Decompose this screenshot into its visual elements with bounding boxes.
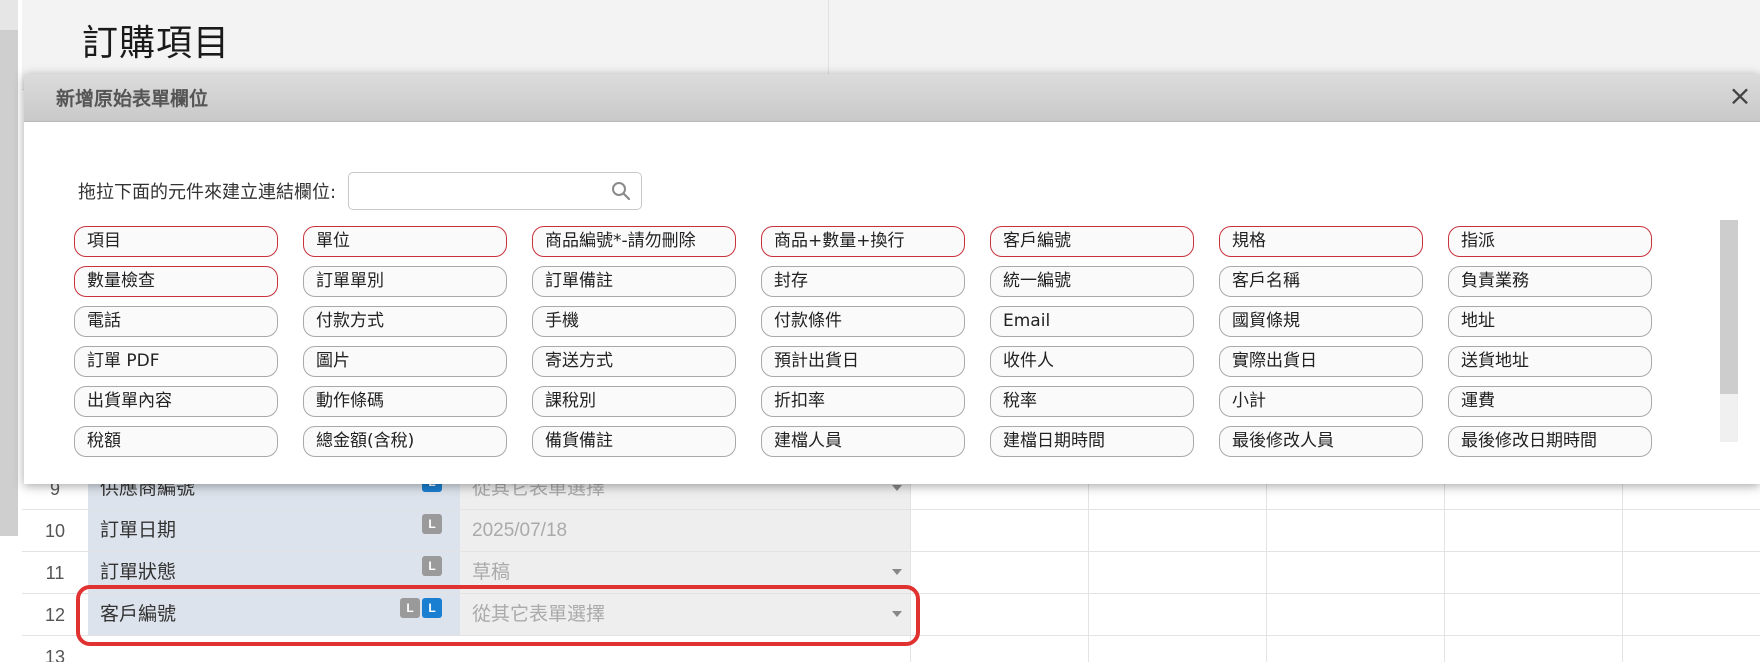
field-chip[interactable]: 訂單單別 [303,266,507,297]
modal-title: 新增原始表單欄位 [56,88,209,110]
field-chip[interactable]: 建檔日期時間 [990,426,1194,457]
link-badge-icon: L [422,514,442,534]
field-label-cell[interactable]: 訂單日期 L [88,510,460,551]
field-chip[interactable]: 商品+數量+換行 [761,226,965,257]
chip-list-scrollbar[interactable] [1720,220,1738,442]
field-chip[interactable]: 實際出貨日 [1219,346,1423,377]
left-side-strip-top [0,0,18,30]
app-screen: 訂購項目 9供應商編號L從其它表單選擇10訂單日期L2025/07/1811訂單… [0,0,1760,662]
row-number: 11 [45,563,65,583]
field-chip[interactable]: 訂單備註 [532,266,736,297]
field-value-input[interactable]: 2025/07/18 [460,510,910,551]
field-chip[interactable]: 稅額 [74,426,278,457]
field-chip[interactable]: 統一編號 [990,266,1194,297]
close-icon[interactable]: × [1724,80,1756,112]
field-chip[interactable]: 總金額(含稅) [303,426,507,457]
field-chip[interactable]: 最後修改人員 [1219,426,1423,457]
field-chip[interactable]: 備貨備註 [532,426,736,457]
field-chip[interactable]: 客戶編號 [990,226,1194,257]
field-chip[interactable]: 動作條碼 [303,386,507,417]
field-chip[interactable]: 項目 [74,226,278,257]
field-label-text: 訂單狀態 [100,561,177,583]
link-badge-icon: L [422,556,442,576]
field-value-text: 2025/07/18 [472,520,568,541]
field-chip[interactable]: 預計出貨日 [761,346,965,377]
field-chip[interactable]: 運費 [1448,386,1652,417]
field-chip[interactable]: 數量檢查 [74,266,278,297]
left-side-strip [0,0,18,536]
search-icon[interactable] [611,181,631,201]
row-number: 10 [44,521,66,541]
field-chip[interactable]: 負責業務 [1448,266,1652,297]
field-chip[interactable]: 付款方式 [303,306,507,337]
field-chip[interactable]: 電話 [74,306,278,337]
field-value-text: 草稿 [472,561,511,583]
field-chip[interactable]: 送貨地址 [1448,346,1652,377]
modal-header: 新增原始表單欄位 × [24,74,1760,122]
chevron-down-icon[interactable] [892,485,902,491]
chevron-down-icon[interactable] [892,569,902,575]
field-chip[interactable]: 地址 [1448,306,1652,337]
field-chip[interactable]: 稅率 [990,386,1194,417]
field-chip[interactable]: 訂單 PDF [74,346,278,377]
field-chip[interactable]: 出貨單內容 [74,386,278,417]
field-chip[interactable]: 指派 [1448,226,1652,257]
field-chip[interactable]: 規格 [1219,226,1423,257]
field-chip[interactable]: 折扣率 [761,386,965,417]
field-chip[interactable]: 封存 [761,266,965,297]
field-label-text: 訂單日期 [100,519,177,541]
field-chip[interactable]: 付款條件 [761,306,965,337]
field-chip[interactable]: 課稅別 [532,386,736,417]
drag-instruction-label: 拖拉下面的元件來建立連結欄位: [78,182,337,203]
field-chip[interactable]: 小計 [1219,386,1423,417]
table-row: 10 訂單日期 L 2025/07/18 [22,510,1760,552]
field-chip[interactable]: 收件人 [990,346,1194,377]
highlight-frame [76,585,920,646]
field-chip[interactable]: 客戶名稱 [1219,266,1423,297]
field-chip[interactable]: 寄送方式 [532,346,736,377]
field-chip[interactable]: 商品編號*-請勿刪除 [532,226,736,257]
scrollbar-thumb[interactable] [1720,220,1738,394]
field-chip[interactable]: 國貿條規 [1219,306,1423,337]
field-chip[interactable]: 手機 [532,306,736,337]
page-title: 訂購項目 [82,23,231,64]
field-chip[interactable]: Email [990,306,1194,337]
add-field-modal: 新增原始表單欄位 × 拖拉下面的元件來建立連結欄位: 項目 單位 商品編號*-請勿刪… [24,74,1760,484]
field-chip[interactable]: 建檔人員 [761,426,965,457]
field-chip[interactable]: 單位 [303,226,507,257]
field-chip[interactable]: 最後修改日期時間 [1448,426,1652,457]
field-chip-list: 項目 單位 商品編號*-請勿刪除 商品+數量+換行 客戶編號 規格 指派 數量檢查 訂單單別 訂單… [74,222,1714,474]
field-chip[interactable]: 圖片 [303,346,507,377]
search-input[interactable] [348,172,642,210]
